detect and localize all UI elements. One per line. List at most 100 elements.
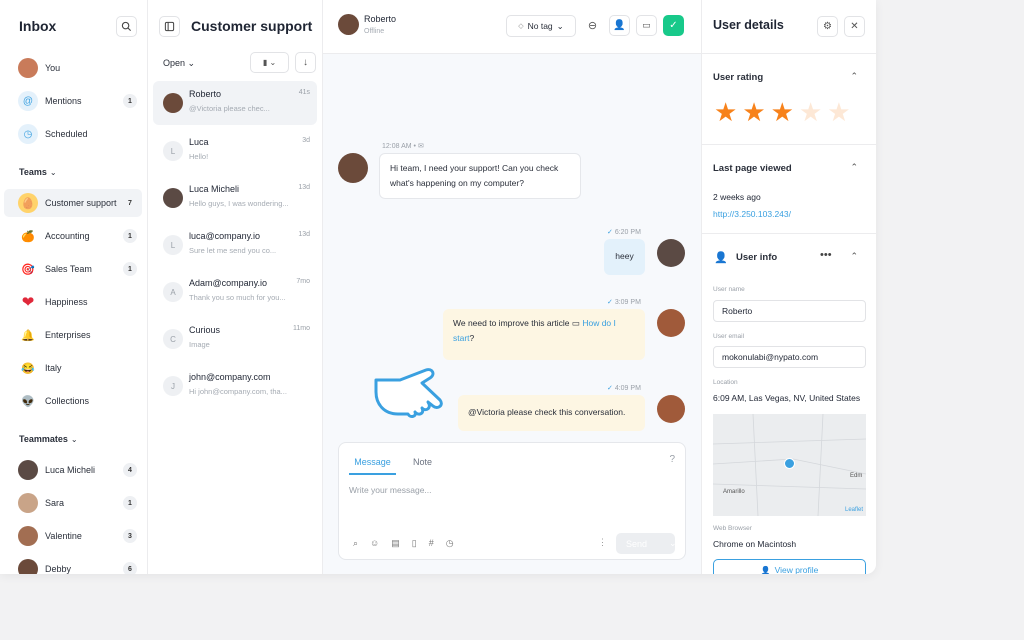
star-icon[interactable]: ★ — [799, 99, 822, 125]
sidebar-item-label: Luca Micheli — [45, 465, 96, 475]
close-button[interactable]: ✕ — [844, 16, 865, 37]
map-attribution[interactable]: Leaflet — [845, 507, 863, 513]
conversation-item-roberto[interactable]: Roberto 41s @Victoria please chec... — [153, 81, 317, 125]
message-bubble-outgoing: We need to improve this article ▭ How do… — [443, 309, 645, 360]
sidebar-item-label: Scheduled — [45, 129, 88, 139]
send-button[interactable]: Send ⌄ — [616, 533, 677, 554]
avatar — [18, 58, 38, 78]
tab-note[interactable]: Note — [413, 457, 432, 467]
assign-button[interactable]: 👤 — [609, 15, 630, 36]
search-icon — [121, 21, 132, 32]
view-profile-button[interactable]: 👤 View profile — [713, 559, 866, 574]
sidebar-item-label: Mentions — [45, 96, 82, 106]
sidebar-item-collections[interactable]: 👽 Collections — [4, 387, 142, 415]
more-icon[interactable]: ••• — [820, 249, 832, 261]
sidebar-item-teammate[interactable]: Valentine 3 — [4, 522, 142, 550]
contact-name: Roberto — [364, 14, 397, 24]
avatar — [18, 526, 38, 546]
hashtag-icon[interactable]: # — [429, 538, 434, 549]
teammates-section-header[interactable]: Teammates ⌄ — [19, 434, 78, 444]
view-profile-label: View profile — [774, 565, 819, 574]
inbox-title: Inbox — [19, 18, 57, 34]
team-icon: ❤ — [21, 294, 35, 311]
sidebar-item-label: Italy — [45, 363, 62, 373]
star-icon[interactable]: ★ — [742, 99, 765, 125]
star-icon[interactable]: ★ — [827, 99, 850, 125]
snooze-button[interactable]: ⊖ — [582, 15, 603, 36]
message-text: ? — [469, 333, 475, 343]
last-page-time: 2 weeks ago — [713, 192, 761, 202]
conversation-item[interactable]: C Curious 11mo Image — [153, 317, 317, 361]
sidebar-item-label: Debby — [45, 564, 72, 574]
conversation-time: 7mo — [296, 278, 310, 285]
sidebar-item-scheduled[interactable]: ◷ Scheduled — [4, 120, 142, 148]
chevron-up-icon[interactable]: ⌃ — [850, 162, 858, 173]
message-timestamp: ✓ 6:20 PM — [607, 228, 641, 236]
message-time: 12:08 AM • — [382, 143, 416, 150]
sidebar-item-enterprises[interactable]: 🔔 Enterprises — [4, 321, 142, 349]
sort-button[interactable]: ↓ — [295, 52, 316, 73]
star-rating[interactable]: ★ ★ ★ ★ ★ — [714, 99, 851, 125]
sidebar-item-you[interactable]: You — [4, 54, 142, 82]
chevron-up-icon[interactable]: ⌃ — [850, 71, 858, 82]
sidebar-item-customer-support[interactable]: 🥚 Customer support 7 — [4, 189, 142, 217]
check-icon: ✓ — [607, 385, 613, 392]
bookmark-filter-button[interactable]: ▮ ⌄ — [250, 52, 289, 73]
sidebar-item-label: Accounting — [45, 231, 90, 241]
conversation-time: 13d — [298, 184, 310, 191]
browser-value: Chrome on Macintosh — [713, 539, 797, 549]
sidebar-item-mentions[interactable]: @ Mentions 1 — [4, 87, 142, 115]
star-icon[interactable]: ★ — [714, 99, 737, 125]
schedule-icon[interactable]: ◷ — [446, 538, 454, 549]
sidebar-item-sales-team[interactable]: 🎯 Sales Team 1 — [4, 255, 142, 283]
sidebar-item-teammate[interactable]: Sara 1 — [4, 489, 142, 517]
teams-section-header[interactable]: Teams ⌄ — [19, 167, 57, 177]
conversation-item[interactable]: L Luca 3d Hello! — [153, 129, 317, 173]
app-window: Inbox You @ Mentions 1 ◷ Scheduled Teams… — [0, 0, 876, 574]
search-button[interactable] — [116, 16, 137, 37]
more-options-icon[interactable]: ⋮ — [598, 537, 607, 548]
teammates-label: Teammates — [19, 434, 68, 444]
video-call-button[interactable]: ▭ — [636, 15, 657, 36]
location-map[interactable]: Amarillo Edm Leaflet — [713, 414, 866, 516]
inbox-sidebar: Inbox You @ Mentions 1 ◷ Scheduled Teams… — [0, 0, 148, 574]
user-rating-section: User rating ⌃ ★ ★ ★ ★ ★ — [702, 54, 876, 145]
help-icon[interactable]: ? — [669, 454, 675, 465]
avatar: J — [163, 376, 183, 396]
sidebar-item-happiness[interactable]: ❤ Happiness — [4, 288, 142, 316]
avatar — [163, 188, 183, 208]
sidebar-item-teammate[interactable]: Luca Micheli 4 — [4, 456, 142, 484]
message-input[interactable]: Write your message... — [349, 485, 432, 495]
tag-dropdown[interactable]: ◇ No tag ⌄ — [506, 15, 576, 37]
status-filter-dropdown[interactable]: Open ⌄ — [163, 58, 195, 69]
pointer-hand-icon — [374, 368, 443, 418]
team-icon: 🔔 — [21, 329, 35, 342]
last-page-link[interactable]: http://3.250.103.243/ — [713, 209, 791, 219]
resolve-button[interactable]: ✓ — [663, 15, 684, 36]
email-field[interactable]: mokonulabi@nypato.com — [713, 346, 866, 368]
sidebar-item-italy[interactable]: 😂 Italy — [4, 354, 142, 382]
attachment-icon[interactable]: ⌕ — [353, 538, 358, 549]
conversation-item[interactable]: A Adam@company.io 7mo Thank you so much … — [153, 270, 317, 314]
count-badge: 6 — [123, 562, 137, 574]
avatar — [657, 309, 685, 337]
conversation-item[interactable]: J john@company.com Hi john@company.com, … — [153, 364, 317, 408]
sidebar-item-accounting[interactable]: 🍊 Accounting 1 — [4, 222, 142, 250]
tag-icon: ◇ — [518, 23, 524, 30]
tab-message[interactable]: Message — [349, 443, 396, 475]
conversation-item[interactable]: L luca@company.io 13d Sure let me send y… — [153, 223, 317, 267]
video-icon: ▭ — [642, 20, 651, 30]
settings-button[interactable]: ⚙ — [817, 16, 838, 37]
article-icon[interactable]: ▯ — [412, 538, 417, 549]
conversation-name: luca@company.io — [189, 231, 261, 241]
emoji-icon[interactable]: ☺ — [370, 538, 379, 549]
chevron-up-icon[interactable]: ⌃ — [850, 251, 858, 262]
section-label: Last page viewed — [713, 163, 792, 174]
star-icon[interactable]: ★ — [771, 99, 794, 125]
username-field[interactable]: Roberto — [713, 300, 866, 322]
sidebar-item-teammate[interactable]: Debby 6 — [4, 555, 142, 574]
conversation-item[interactable]: Luca Micheli 13d Hello guys, I was wonde… — [153, 176, 317, 220]
last-page-section: Last page viewed ⌃ 2 weeks ago http://3.… — [702, 145, 876, 234]
collapse-sidebar-button[interactable] — [159, 16, 180, 37]
gif-icon[interactable]: ▤ — [391, 538, 400, 549]
